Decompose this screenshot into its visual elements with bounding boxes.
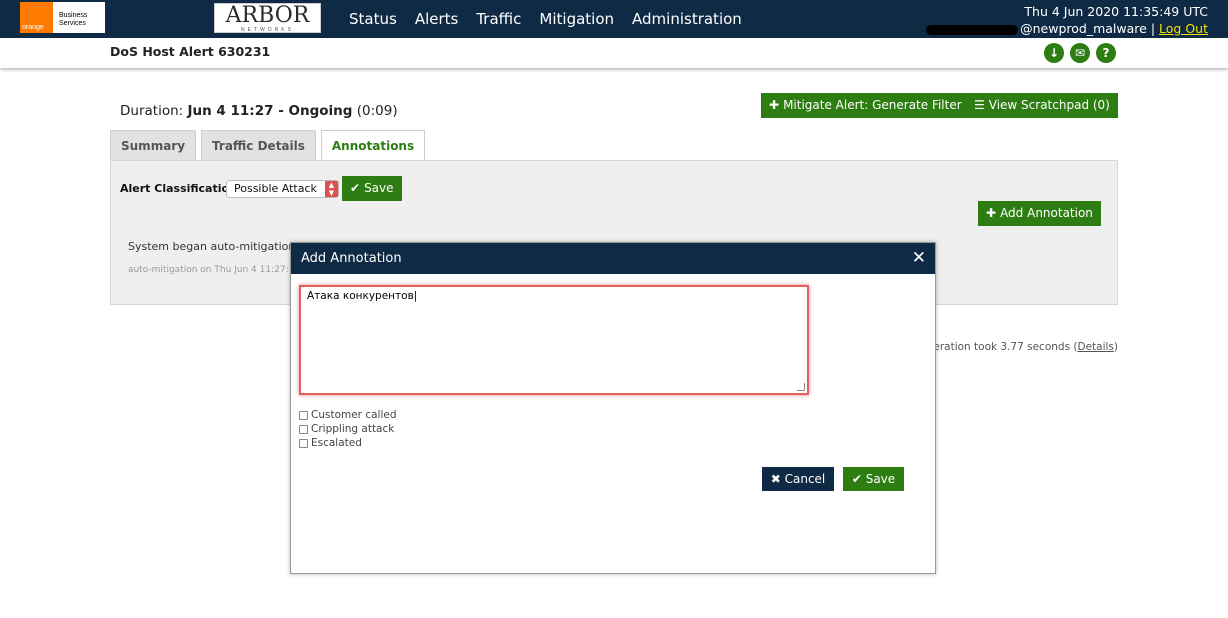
mitigate-alert-button[interactable]: ✚ Mitigate Alert: Generate Filter (761, 93, 970, 118)
classification-value: Possible Attack (234, 182, 317, 195)
alert-tabs: Summary Traffic Details Annotations (110, 130, 430, 162)
nav-administration[interactable]: Administration (632, 10, 742, 28)
plus-icon: ✚ (986, 206, 997, 220)
classification-save-label: Save (364, 181, 394, 195)
orange-logo-line1: Business (59, 12, 88, 19)
duration-elapsed: (0:09) (356, 103, 398, 119)
arbor-logo: ARBOR NETWORKS (214, 3, 321, 33)
alert-duration: Duration: Jun 4 11:27 - Ongoing (0:09) (120, 103, 398, 119)
add-annotation-button[interactable]: ✚ Add Annotation (978, 201, 1101, 226)
nav-traffic[interactable]: Traffic (476, 10, 521, 28)
save-button[interactable]: ✔ Save (843, 467, 904, 491)
check-icon: ✔ (851, 472, 866, 486)
details-link[interactable]: Details (1077, 341, 1113, 353)
orange-logo-mark: orange (22, 24, 44, 31)
page-title: DoS Host Alert 630231 (110, 44, 271, 59)
annotation-entry-meta: auto-mitigation on Thu Jun 4 11:27:1 (128, 265, 288, 275)
alert-classification-label: Alert Classification (120, 182, 237, 195)
page-subheader: DoS Host Alert 630231 ↓ ✉ ? (0, 38, 1228, 68)
duration-value: Jun 4 11:27 - Ongoing (187, 103, 353, 119)
logout-link[interactable]: Log Out (1159, 21, 1208, 36)
checkbox-escalated[interactable]: Escalated (299, 437, 362, 449)
x-icon: ✖ (770, 472, 785, 486)
cancel-label: Cancel (784, 472, 826, 486)
tab-annotations[interactable]: Annotations (320, 130, 426, 162)
annotation-entry-text: System began auto-mitigation (128, 240, 296, 253)
add-annotation-label: Add Annotation (1000, 206, 1093, 220)
annotation-text-value: Атака конкурентов (307, 290, 414, 302)
scratchpad-label: View Scratchpad (0) (988, 98, 1110, 112)
download-icon[interactable]: ↓ (1044, 43, 1064, 63)
redacted-username (926, 24, 1019, 35)
datetime: Thu 4 Jun 2020 11:35:49 UTC (1024, 4, 1208, 19)
separator: | (1150, 21, 1156, 36)
view-scratchpad-button[interactable]: ☰ View Scratchpad (0) (966, 93, 1118, 118)
arbor-logo-main: ARBOR (225, 3, 310, 28)
nav-mitigation[interactable]: Mitigation (539, 10, 614, 28)
close-icon[interactable]: ✕ (912, 243, 926, 274)
resize-handle-icon[interactable] (797, 383, 805, 391)
help-icon[interactable]: ? (1096, 43, 1116, 63)
annotation-textarea[interactable]: Атака конкурентов| (299, 285, 809, 395)
classification-save-button[interactable]: ✔ Save (342, 176, 402, 201)
checkbox-label: Crippling attack (311, 423, 395, 435)
nav-status[interactable]: Status (349, 10, 397, 28)
modal-title: Add Annotation (301, 251, 402, 266)
select-arrows-icon: ▲ ▼ (325, 181, 338, 197)
add-annotation-modal: Add Annotation ✕ Атака конкурентов| Cust… (290, 242, 936, 574)
generation-time: eneration took 3.77 seconds (Details) (920, 341, 1118, 353)
email-icon[interactable]: ✉ (1070, 43, 1090, 63)
top-navbar: orange Business Services ARBOR NETWORKS S… (0, 0, 1228, 38)
checkbox-label: Customer called (311, 409, 397, 421)
checkbox-label: Escalated (311, 437, 362, 449)
generation-text: eneration took 3.77 seconds ( (920, 341, 1078, 353)
cancel-button[interactable]: ✖ Cancel (762, 467, 834, 491)
orange-logo-line2: Services (59, 20, 86, 27)
list-icon: ☰ (974, 98, 985, 112)
alert-classification-select[interactable]: Possible Attack ▲ ▼ (226, 180, 339, 198)
main-nav: Status Alerts Traffic Mitigation Adminis… (349, 10, 760, 28)
plus-icon: ✚ (769, 98, 780, 112)
tab-traffic-details[interactable]: Traffic Details (201, 130, 316, 161)
orange-business-logo: orange Business Services (20, 2, 105, 33)
tab-summary[interactable]: Summary (110, 130, 197, 161)
save-label: Save (865, 472, 896, 486)
generation-close: ) (1113, 341, 1118, 353)
nav-alerts[interactable]: Alerts (415, 10, 459, 28)
user-area: Thu 4 Jun 2020 11:35:49 UTC @newprod_mal… (926, 3, 1208, 37)
text-cursor: | (413, 290, 418, 302)
checkbox-customer-called[interactable]: Customer called (299, 409, 397, 421)
checkbox-crippling-attack[interactable]: Crippling attack (299, 423, 394, 435)
checkbox-box[interactable] (299, 410, 308, 420)
checkbox-box[interactable] (299, 438, 308, 448)
modal-header: Add Annotation ✕ (291, 243, 935, 274)
checkbox-box[interactable] (299, 424, 308, 434)
username: @newprod_malware (1020, 21, 1147, 36)
check-icon: ✔ (350, 181, 361, 195)
mitigate-label: Mitigate Alert: Generate Filter (783, 98, 962, 112)
duration-label: Duration: (120, 103, 184, 119)
